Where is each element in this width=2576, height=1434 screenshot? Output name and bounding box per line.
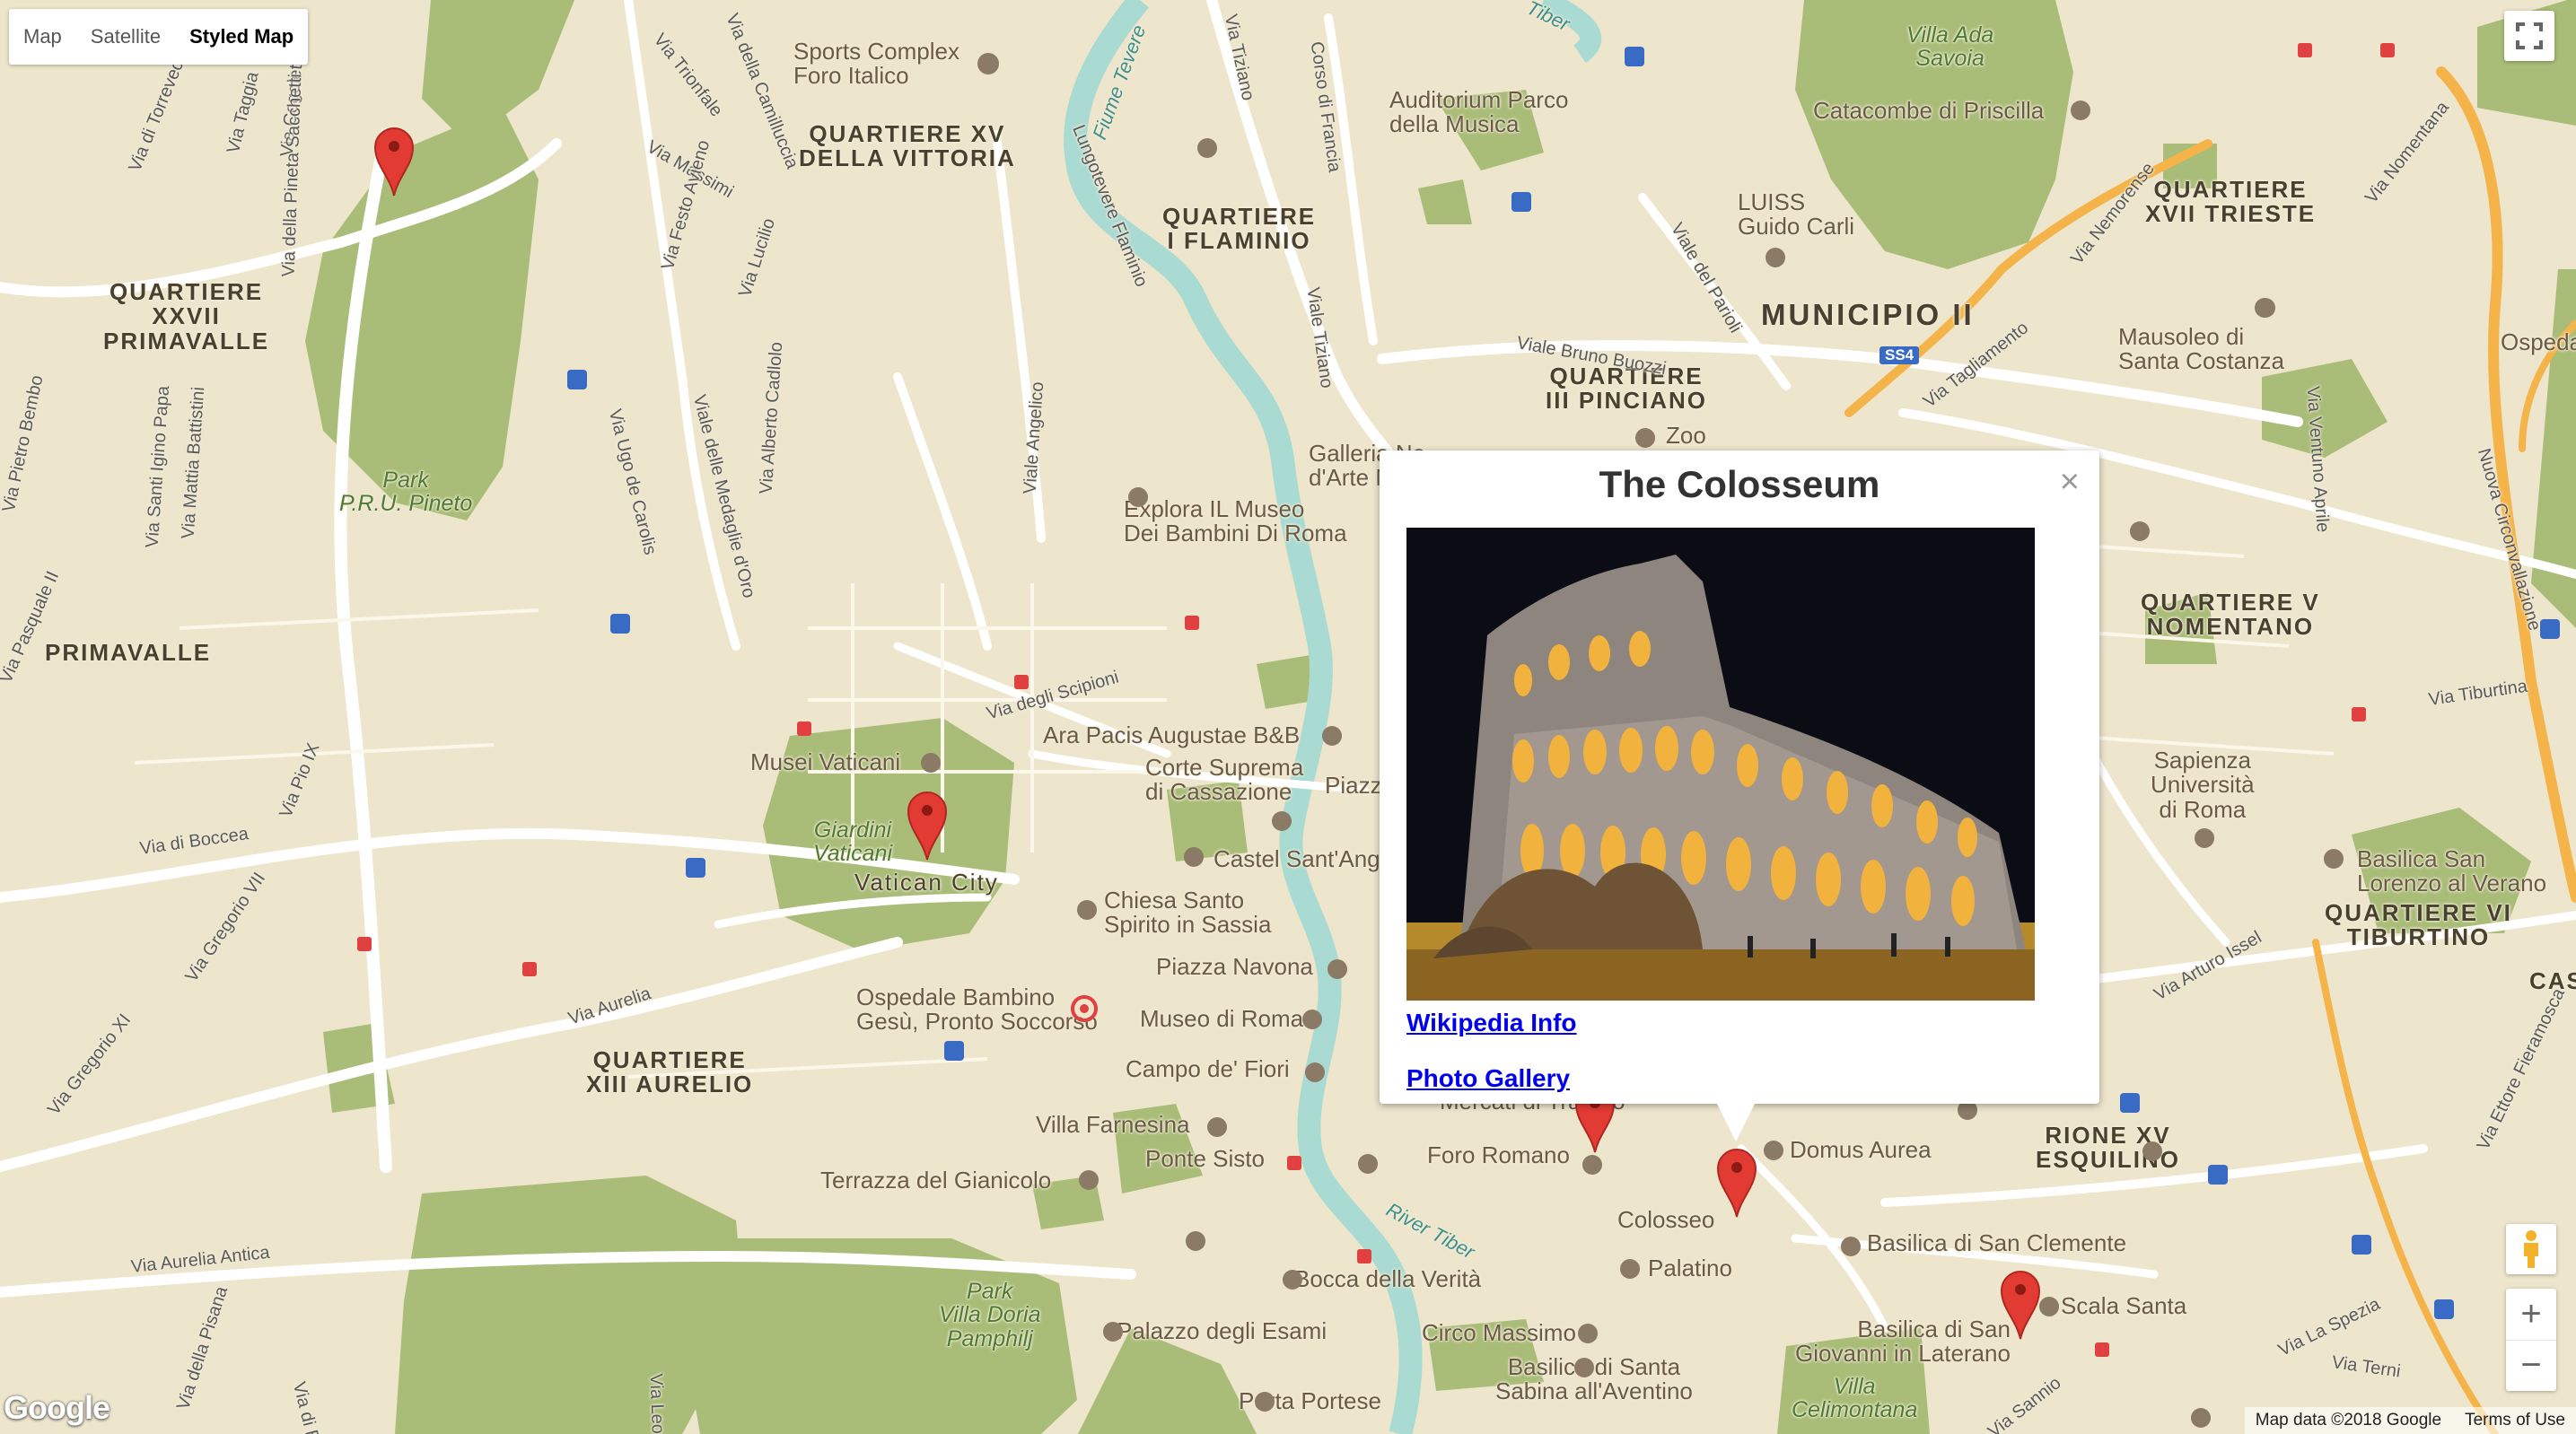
district-label-aurelio: QUARTIERE XIII AURELIO — [586, 1046, 754, 1098]
place-label-santa-sabina: Basilica di Santa Sabina all'Aventino — [1495, 1353, 1693, 1405]
place-label-zoo: Zoo — [1666, 422, 1706, 449]
map-type-styled-map-button[interactable]: Styled Map — [175, 9, 308, 65]
place-label-palazzo-esami: Palazzo degli Esami — [1117, 1317, 1327, 1344]
place-label-vatican-city: Vatican City — [854, 869, 999, 896]
street-view-pegman[interactable] — [2506, 1224, 2556, 1274]
place-label-ara-pacis: Ara Pacis Augustae B&B — [1043, 721, 1301, 748]
place-label-san-lorenzo: Basilica San Lorenzo al Verano — [2357, 845, 2547, 897]
place-label-campo-de-fiori: Campo de' Fiori — [1126, 1055, 1290, 1082]
pegman-icon — [2524, 1230, 2538, 1268]
park-label-pineto: Park P.R.U. Pineto — [339, 468, 473, 517]
place-label-san-giovanni: Basilica di San Giovanni in Laterano — [1795, 1316, 2011, 1368]
info-window-title: The Colosseum — [1599, 463, 1880, 505]
district-label-tiburtino: QUARTIERE VI TIBURTINO — [2325, 899, 2512, 951]
district-label-municipio-ii: MUNICIPIO II — [1761, 298, 1975, 331]
zoom-control: + − — [2506, 1289, 2556, 1391]
map-canvas[interactable]: QUARTIERE XV DELLA VITTORIA QUARTIERE I FL… — [0, 0, 2576, 1434]
place-label-domus-aurea: Domus Aurea — [1790, 1136, 1932, 1163]
park-label-celimontana: Villa Celimontana — [1792, 1374, 1918, 1423]
place-label-villa-farnesina: Villa Farnesina — [1036, 1111, 1190, 1138]
terms-of-use-link[interactable]: Terms of Use — [2465, 1411, 2565, 1430]
fullscreen-icon — [2516, 22, 2543, 49]
place-label-santo-spirito: Chiesa Santo Spirito in Sassia — [1104, 887, 1272, 939]
place-label-ospedale-bambino-gesu: Ospedale Bambino Gesù, Pronto Soccorso — [856, 984, 1098, 1036]
place-label-bocca-verita: Bocca della Verità — [1294, 1265, 1482, 1292]
place-label-circo-massimo: Circo Massimo — [1422, 1319, 1576, 1346]
place-label-villa-ada: Villa Ada Savoia — [1906, 22, 1994, 72]
place-label-santa-costanza: Mausoleo di Santa Costanza — [2118, 323, 2285, 375]
map-copyright: Map data ©2018 Google — [2255, 1411, 2442, 1430]
district-label-xxvii-primavalle: QUARTIERE XXVII PRIMAVALLE — [103, 278, 270, 354]
zoom-in-button[interactable]: + — [2506, 1290, 2556, 1341]
district-label-primavalle: PRIMAVALLE — [45, 639, 212, 666]
district-label-trieste: QUARTIERE XVII TRIESTE — [2145, 176, 2317, 228]
park-label-giardini-vaticani: Giardini Vaticani — [813, 818, 893, 867]
place-label-castel-santangelo: Castel Sant'Ang — [1214, 845, 1380, 872]
district-label-della-vittoria: QUARTIERE XV DELLA VITTORIA — [799, 120, 1016, 172]
place-label-piazza-navona: Piazza Navona — [1156, 953, 1313, 980]
map-marker[interactable] — [373, 126, 415, 197]
place-label-catacombe: Catacombe di Priscilla — [1813, 97, 2045, 124]
place-label-ospedal: Ospedal — [2501, 328, 2576, 355]
place-label-palatino: Palatino — [1648, 1255, 1732, 1281]
district-label-nomentano: QUARTIERE V NOMENTANO — [2141, 589, 2320, 641]
place-label-colosseo: Colosseo — [1617, 1206, 1715, 1233]
place-label-museo-di-roma: Museo di Roma — [1140, 1005, 1304, 1032]
wikipedia-info-link[interactable]: Wikipedia Info — [1406, 1009, 1577, 1037]
place-label-ponte-sisto: Ponte Sisto — [1145, 1145, 1265, 1172]
park-label-doria-pamphilj: Park Villa Doria Pamphilj — [939, 1279, 1041, 1351]
info-window: The Colosseum × Wikipedia Info Photo Gal… — [1380, 450, 2099, 1104]
district-label-flaminio: QUARTIERE I FLAMINIO — [1162, 203, 1317, 255]
place-label-san-clemente: Basilica di San Clemente — [1867, 1229, 2127, 1256]
map-footer: Map data ©2018 Google Terms of Use — [2244, 1407, 2576, 1434]
place-label-musei-vaticani: Musei Vaticani — [750, 748, 901, 775]
info-window-tail — [1716, 1102, 1756, 1141]
place-label-foro-italico: Sports Complex Foro Italico — [793, 38, 959, 90]
google-logo: Google — [4, 1389, 110, 1426]
place-label-piazza: Piazz — [1325, 772, 1382, 799]
map-type-map-button[interactable]: Map — [9, 9, 76, 65]
place-label-foro-romano: Foro Romano — [1427, 1141, 1570, 1168]
close-icon[interactable]: × — [2060, 463, 2080, 502]
place-label-scala-santa: Scala Santa — [2061, 1292, 2187, 1319]
place-label-porta-portese: Porta Portese — [1239, 1387, 1381, 1414]
photo-gallery-link[interactable]: Photo Gallery — [1406, 1064, 1570, 1093]
map-type-control: Map Satellite Styled Map — [9, 9, 309, 65]
map-type-satellite-button[interactable]: Satellite — [76, 9, 175, 65]
road-shield-ss4: SS4 — [1879, 346, 1920, 364]
district-label-esquilino: RIONE XV ESQUILINO — [2036, 1122, 2181, 1174]
place-label-auditorium: Auditorium Parco della Musica — [1389, 86, 1569, 138]
zoom-out-button[interactable]: − — [2506, 1341, 2556, 1391]
place-label-explora: Explora IL Museo Dei Bambini Di Roma — [1124, 495, 1347, 547]
street-label: Via Leone XIII — [645, 1373, 670, 1434]
place-label-luiss: LUISS Guido Carli — [1738, 188, 1855, 240]
map-marker[interactable] — [2000, 1269, 2041, 1341]
place-label-sapienza: Sapienza Università di Roma — [2151, 747, 2255, 823]
map-marker[interactable] — [907, 790, 948, 861]
place-label-corte-suprema: Corte Suprema di Cassazione — [1145, 754, 1304, 806]
fullscreen-button[interactable] — [2504, 11, 2554, 61]
map-marker[interactable] — [1716, 1147, 1757, 1219]
colosseum-photo — [1406, 528, 2035, 1001]
place-label-terrazza-gianicolo: Terrazza del Gianicolo — [820, 1167, 1052, 1194]
